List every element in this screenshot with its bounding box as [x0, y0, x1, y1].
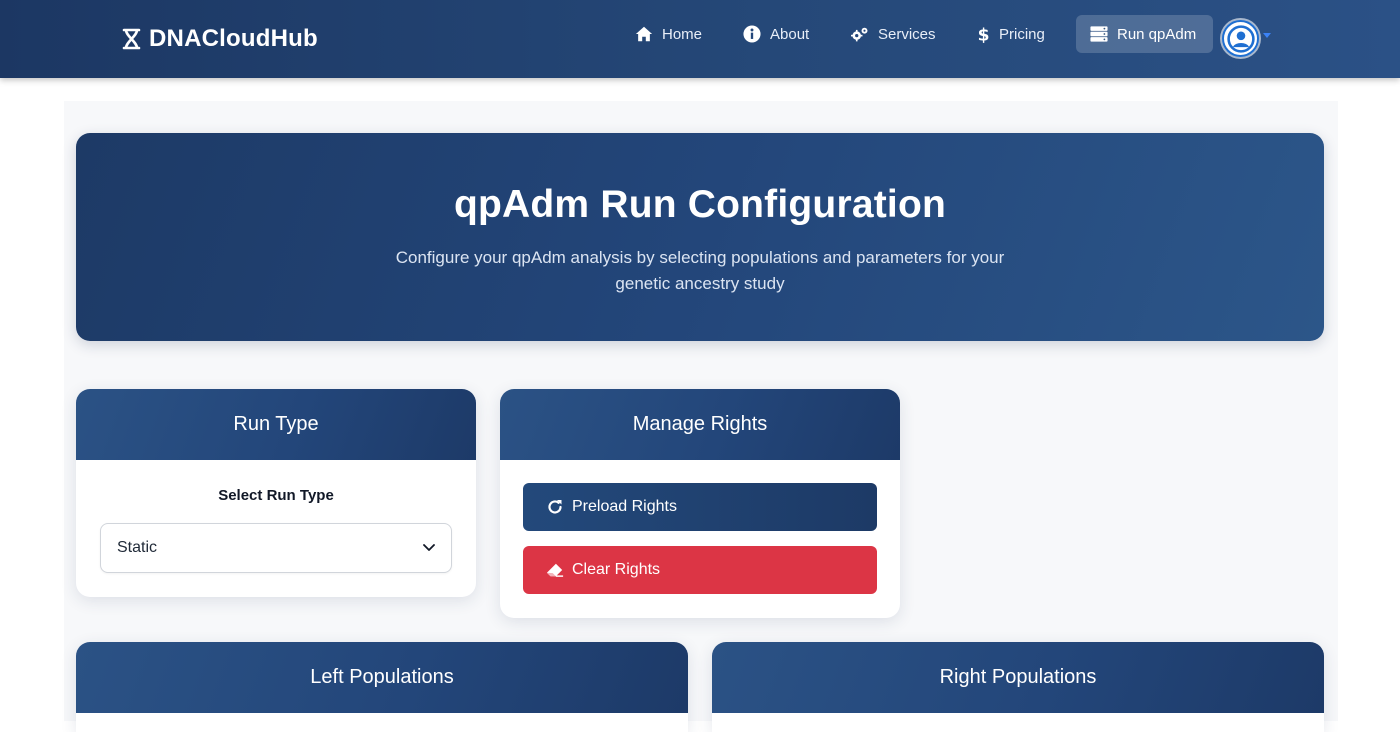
nav-services-label: Services: [878, 25, 936, 43]
run-type-card: Run Type Select Run Type Static: [76, 389, 476, 597]
preload-rights-label: Preload Rights: [572, 498, 677, 515]
run-type-card-title: Run Type: [76, 389, 476, 460]
manage-rights-card: Manage Rights Preload Rights Clear Right…: [500, 389, 900, 618]
server-icon: [1090, 26, 1108, 42]
chevron-down-icon[interactable]: [1263, 33, 1271, 38]
run-type-selected-value: Static: [117, 539, 158, 556]
home-icon: [635, 26, 653, 42]
top-navbar: DNACloudHub Home About Services $ Pricin: [0, 0, 1400, 78]
nav-pricing[interactable]: $ Pricing: [964, 15, 1057, 53]
right-populations-card: Right Populations: [712, 642, 1324, 732]
nav-run-qpadm[interactable]: Run qpAdm: [1076, 15, 1213, 53]
clear-rights-button[interactable]: Clear Rights: [523, 546, 877, 594]
refresh-icon: [548, 500, 562, 514]
chevron-down-icon: [423, 544, 435, 551]
clear-rights-label: Clear Rights: [572, 561, 661, 578]
left-populations-card: Left Populations: [76, 642, 688, 732]
info-icon: [743, 25, 761, 43]
manage-rights-card-title: Manage Rights: [500, 389, 900, 460]
nav-about-label: About: [770, 25, 810, 43]
nav-pricing-label: Pricing: [999, 25, 1045, 43]
eraser-icon: [546, 563, 564, 577]
nav-home[interactable]: Home: [623, 15, 714, 53]
user-circle-icon: [1226, 24, 1255, 53]
run-type-select[interactable]: Static: [100, 523, 452, 573]
preload-rights-button[interactable]: Preload Rights: [523, 483, 877, 531]
nav-home-label: Home: [662, 25, 703, 43]
nav-about[interactable]: About: [731, 15, 821, 53]
brand-name: DNACloudHub: [149, 25, 318, 52]
nav-run-qpadm-label: Run qpAdm: [1117, 25, 1197, 43]
hero-banner: qpAdm Run Configuration Configure your q…: [76, 133, 1324, 341]
right-populations-title: Right Populations: [712, 642, 1324, 713]
left-populations-title: Left Populations: [76, 642, 688, 713]
user-avatar-button[interactable]: [1222, 20, 1259, 57]
dollar-icon: $: [978, 25, 990, 43]
svg-text:$: $: [978, 25, 990, 43]
brand-logo[interactable]: DNACloudHub: [122, 24, 318, 54]
page-subtitle: Configure your qpAdm analysis by selecti…: [395, 248, 1005, 293]
gears-icon: [851, 27, 868, 42]
run-type-field-label: Select Run Type: [218, 487, 334, 504]
page-title: qpAdm Run Configuration: [453, 183, 946, 226]
nav-services[interactable]: Services: [839, 15, 948, 53]
dna-icon: [122, 28, 141, 50]
